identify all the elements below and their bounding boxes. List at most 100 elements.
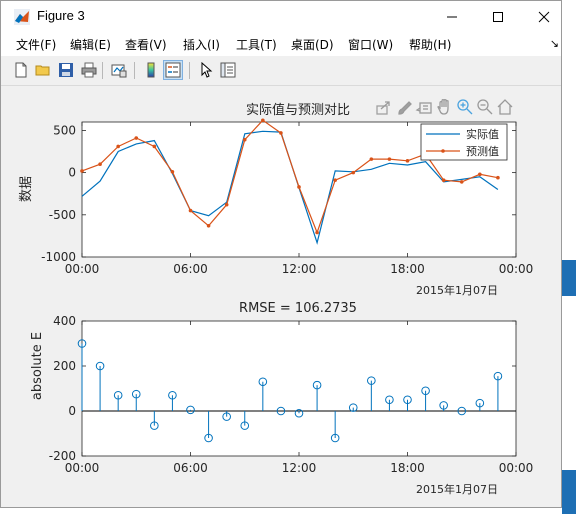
- legend-button[interactable]: [163, 60, 183, 80]
- comparison-x-tick-label: 00:00: [65, 262, 100, 276]
- close-button[interactable]: [521, 1, 567, 32]
- predicted-point: [315, 230, 319, 235]
- legend-entry-predicted: 预测值: [466, 145, 499, 158]
- comparison-y-tick-label: 0: [68, 166, 76, 180]
- colorbar-icon: [147, 62, 155, 78]
- zoom-in-icon[interactable]: [457, 99, 473, 115]
- menu-file[interactable]: 文件(F): [16, 36, 56, 53]
- toolbar-separator: [134, 62, 135, 79]
- predicted-point: [206, 223, 211, 228]
- predicted-point: [98, 162, 102, 166]
- error-x-tick-label: 18:00: [390, 461, 425, 475]
- toolbar-separator: [102, 62, 103, 79]
- desktop-blue-band-lower: [562, 470, 576, 514]
- link-plot-button[interactable]: [109, 60, 129, 80]
- minimize-button[interactable]: [429, 1, 475, 32]
- pan-hand-icon[interactable]: [437, 99, 449, 115]
- property-inspector-icon: [220, 62, 236, 78]
- title-bar: Figure 3: [1, 1, 561, 32]
- legend-box[interactable]: 实际值 预测值: [420, 123, 508, 161]
- predicted-point: [80, 169, 84, 173]
- predicted-point: [188, 208, 193, 213]
- predicted-point: [116, 144, 120, 149]
- predicted-point: [170, 169, 175, 174]
- toolbar-separator: [189, 62, 190, 79]
- open-button[interactable]: [33, 60, 53, 80]
- figure-canvas: 00:00 06:00 12:00 18:00 00:00 -1000 -500 0 500 实…: [9, 86, 555, 506]
- error-y-label: absolute E: [30, 332, 45, 400]
- menu-window[interactable]: 窗口(W): [348, 36, 393, 53]
- legend-entry-actual: 实际值: [466, 127, 499, 141]
- error-date-label: 2015年1月07日: [416, 482, 498, 496]
- predicted-point: [478, 172, 482, 177]
- predicted-point: [333, 178, 337, 183]
- save-button[interactable]: [56, 60, 76, 80]
- new-figure-icon: [15, 62, 27, 78]
- predicted-point: [297, 185, 301, 189]
- property-inspector-button[interactable]: [218, 60, 238, 80]
- window-title: Figure 3: [37, 8, 85, 23]
- error-y-tick-label: -200: [49, 449, 76, 463]
- link-plot-icon: [111, 64, 127, 78]
- comparison-x-tick-label: 18:00: [390, 262, 425, 276]
- print-icon: [81, 62, 97, 78]
- comparison-x-tick-label: 12:00: [282, 262, 317, 276]
- zoom-out-icon[interactable]: [477, 99, 493, 115]
- maximize-button[interactable]: [475, 1, 521, 32]
- figure-plot-svg: 00:00 06:00 12:00 18:00 00:00-1000-5000500 实…: [19, 99, 534, 496]
- predicted-point: [387, 157, 392, 161]
- home-icon[interactable]: [497, 99, 513, 115]
- data-tips-icon[interactable]: [415, 102, 432, 114]
- error-axes: 00:00 06:00 12:00 18:00 00:00-2000200400: [49, 314, 534, 475]
- desktop-background: [562, 0, 576, 514]
- open-folder-icon: [35, 65, 50, 76]
- axes-toolbar: [376, 99, 513, 115]
- error-y-tick-label: 200: [53, 359, 76, 373]
- error-y-tick-label: 0: [68, 404, 76, 418]
- error-x-tick-label: 06:00: [173, 461, 208, 475]
- error-y-tick-label: 400: [53, 314, 76, 328]
- predicted-point: [496, 175, 500, 180]
- predicted-point: [224, 202, 229, 207]
- new-figure-button[interactable]: [11, 60, 31, 80]
- error-plot-area: [81, 320, 517, 457]
- predicted-point: [242, 137, 247, 142]
- predicted-point: [152, 144, 157, 149]
- comparison-x-tick-label: 00:00: [499, 262, 534, 276]
- menu-desktop[interactable]: 桌面(D): [291, 36, 334, 53]
- predicted-point: [279, 131, 283, 135]
- print-button[interactable]: [79, 60, 99, 80]
- legend-marker-predicted: [441, 149, 445, 153]
- predicted-point: [369, 157, 374, 161]
- pointer-button[interactable]: [196, 60, 216, 80]
- comparison-y-tick-label: 500: [53, 123, 76, 137]
- chevron-right-icon[interactable]: ↘: [550, 37, 559, 50]
- pointer-icon: [201, 62, 213, 78]
- maximize-icon: [493, 11, 503, 22]
- error-x-tick-label: 00:00: [65, 461, 100, 475]
- comparison-x-tick-label: 06:00: [173, 262, 208, 276]
- brush-icon[interactable]: [398, 101, 412, 115]
- export-icon[interactable]: [376, 101, 390, 115]
- predicted-point: [351, 170, 356, 175]
- save-icon: [59, 63, 73, 77]
- predicted-point: [405, 159, 410, 163]
- comparison-y-label: 数据: [19, 176, 34, 202]
- menu-help[interactable]: 帮助(H): [409, 36, 451, 53]
- error-chart-title: RMSE = 106.2735: [239, 301, 357, 316]
- menu-edit[interactable]: 编辑(E): [70, 36, 111, 53]
- predicted-point: [261, 118, 265, 123]
- menu-tools[interactable]: 工具(T): [236, 36, 277, 53]
- predicted-point: [134, 136, 139, 140]
- figure-window: Figure 3 文件(F) 编辑(E) 查看(V) 插入(I) 工具(T) 桌…: [0, 0, 562, 508]
- error-x-tick-label: 00:00: [499, 461, 534, 475]
- menu-insert[interactable]: 插入(I): [183, 36, 220, 53]
- comparison-chart-title: 实际值与预测对比: [246, 102, 350, 118]
- menu-view[interactable]: 查看(V): [125, 36, 167, 53]
- comparison-y-tick-label: -1000: [41, 250, 76, 264]
- desktop-blue-band: [562, 260, 576, 296]
- figure-toolbar: [1, 57, 561, 86]
- colorbar-button[interactable]: [141, 60, 161, 80]
- error-x-tick-label: 12:00: [282, 461, 317, 475]
- comparison-y-tick-label: -500: [49, 208, 76, 222]
